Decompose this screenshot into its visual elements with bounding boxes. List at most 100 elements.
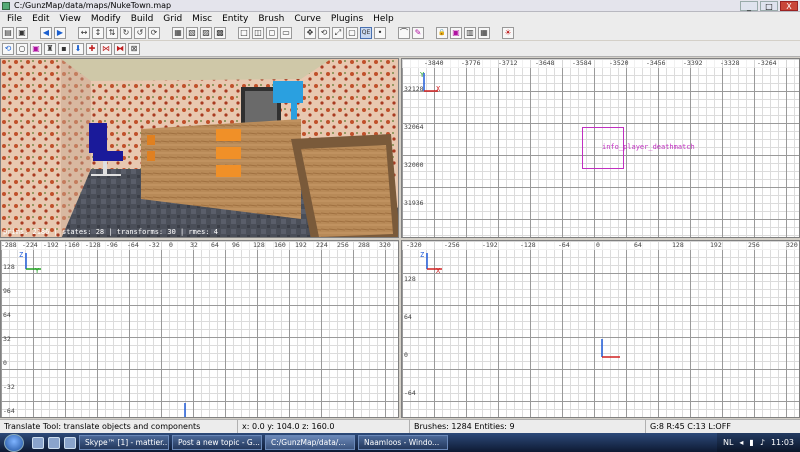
tick-label: -64 [127,241,139,249]
taskbar-window-button[interactable]: Skype™ [1] - mattier... [79,435,169,450]
tick-label: -96 [106,241,118,249]
camera-clip-icon[interactable]: QE [360,27,372,39]
minimize-button[interactable]: _ [740,1,758,11]
origin-gizmo [184,403,186,417]
mirror-icon[interactable]: ⧓ [114,42,126,55]
tick-label: -64 [3,407,15,415]
translate-tool-icon[interactable]: ✥ [304,27,316,39]
taskbar-window-button[interactable]: Naamloos - Windo... [358,435,448,450]
tick-label: -3712 [498,59,518,67]
origin-gizmo [601,339,620,358]
rotate-z-icon[interactable]: ⟳ [148,27,160,39]
language-indicator[interactable]: NL [723,438,733,447]
tick-label: -3776 [461,59,481,67]
tick-label: 96 [232,241,240,249]
tick-label: 256 [337,241,349,249]
menu-curve[interactable]: Curve [289,12,326,26]
rotate-y-icon[interactable]: ↺ [134,27,146,39]
undo-icon[interactable]: ◀ [40,27,52,39]
brush-entity-count: Brushes: 1284 Entities: 9 [410,420,646,433]
csg-merge-icon[interactable]: ◫ [252,27,264,39]
texture-icon[interactable]: ▣ [30,42,42,55]
axis-x-label: X [436,85,441,93]
xy-viewport[interactable]: -3840 -3776 -3712 -3648 -3584 -3520 -3456 -3392… [401,58,800,238]
menu-brush[interactable]: Brush [253,12,289,26]
clock[interactable]: 11:03 [771,438,794,447]
resize-tool-icon[interactable]: ▢ [346,27,358,39]
entity-icon[interactable]: ♜ [44,42,56,55]
tick-label: 32064 [404,123,424,131]
csg-hollow-icon[interactable]: ◻ [266,27,278,39]
start-button[interactable] [4,433,24,452]
flip-z-icon[interactable]: ⇅ [106,27,118,39]
menu-entity[interactable]: Entity [217,12,253,26]
select-complete-icon[interactable]: ▦ [172,27,184,39]
tray-arrow-icon[interactable]: ◂ [739,438,743,447]
clipper-icon[interactable]: ✚ [86,42,98,55]
select-touching-icon[interactable]: ▧ [186,27,198,39]
menu-view[interactable]: View [55,12,86,26]
select-inside-icon[interactable]: ▨ [200,27,212,39]
volume-icon[interactable]: ♪ [760,438,765,447]
rotate-x-icon[interactable]: ↻ [120,27,132,39]
down-arrow-icon[interactable]: ⬇ [72,42,84,55]
menu-file[interactable]: File [2,12,27,26]
flip-y-icon[interactable]: ↕ [92,27,104,39]
region-icon[interactable]: ▦ [478,27,490,39]
show-desktop-icon[interactable] [32,436,44,449]
system-tray: NL ◂ ▮ ♪ 11:03 [716,433,800,452]
csg-subtract-icon[interactable]: □ [238,27,250,39]
maximize-button[interactable]: □ [760,1,778,11]
browser-icon[interactable] [64,436,76,449]
flip-x-icon[interactable]: ↔ [78,27,90,39]
tick-label: 192 [710,241,722,249]
switch-windows-icon[interactable] [48,436,60,449]
tick-label: 64 [3,311,11,319]
tick-label: 128 [672,241,684,249]
axis-z-label: Z [19,251,24,259]
grid [1,241,398,417]
rotate-tool-icon[interactable]: ⟲ [318,27,330,39]
circle-icon[interactable]: ○ [16,42,28,55]
texture-browser-icon[interactable]: ▣ [450,27,462,39]
refresh-icon[interactable]: ⟲ [2,42,14,55]
camera-viewport[interactable]: prims: 2186 | states: 28 | transforms: 3… [0,58,399,238]
cursor-coordinates: x: 0.0 y: 104.0 z: 160.0 [238,420,410,433]
yz-viewport[interactable]: -320 -256 -192 -128 -64 0 64 128 192 256 320 128 64… [401,240,800,418]
axis-z-label: Z [420,251,425,259]
scale-tool-icon[interactable]: ⤢ [332,27,344,39]
tick-label: -3456 [646,59,666,67]
patch-bend-icon[interactable]: ⌒ [398,27,410,39]
menu-modify[interactable]: Modify [86,12,126,26]
save-icon[interactable]: ▣ [16,27,28,39]
quick-launch [32,436,76,449]
make-room-icon[interactable]: ▭ [280,27,292,39]
menu-plugins[interactable]: Plugins [326,12,368,26]
menu-help[interactable]: Help [368,12,399,26]
camera-icon[interactable]: ▪ [58,42,70,55]
select-partial-icon[interactable]: ▩ [214,27,226,39]
tick-label: 0 [3,359,7,367]
tick-label: -3584 [572,59,592,67]
taskbar-window-button[interactable]: C:/GunzMap/data/... [265,435,355,450]
close-button[interactable]: X [780,1,798,11]
menu-build[interactable]: Build [126,12,159,26]
redo-icon[interactable]: ▶ [54,27,66,39]
taskbar-window-button[interactable]: Post a new topic - G... [172,435,262,450]
split-icon[interactable]: ⋈ [100,42,112,55]
vertex-edit-icon[interactable]: • [374,27,386,39]
menu-misc[interactable]: Misc [187,12,217,26]
menu-edit[interactable]: Edit [27,12,54,26]
filter-icon[interactable]: ▥ [464,27,476,39]
tick-label: 0 [169,241,173,249]
plugin-icon[interactable]: ☀ [502,27,514,39]
texture-lock-icon[interactable]: ✎ [412,27,424,39]
xz-viewport[interactable]: -288 -224 -192 -160 -128 -96 -64 -32 0 32 64 96 128 1… [0,240,399,418]
open-icon[interactable]: ▤ [2,27,14,39]
tick-label: -32 [148,241,160,249]
lock-icon[interactable]: 🔒 [436,27,448,39]
network-icon[interactable]: ▮ [749,438,753,447]
tick-label: 64 [634,241,642,249]
no-select-icon[interactable]: ⊠ [128,42,140,55]
menu-grid[interactable]: Grid [158,12,187,26]
